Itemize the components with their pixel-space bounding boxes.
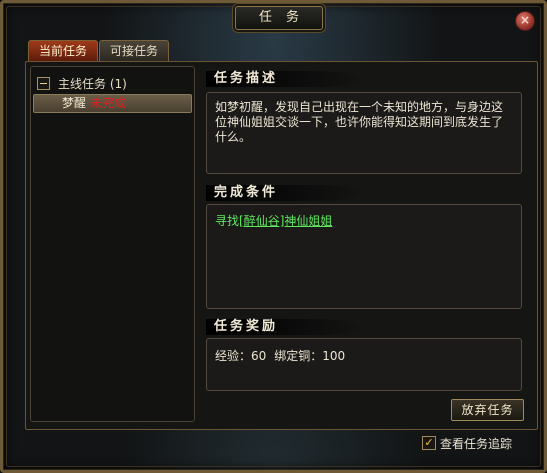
close-button[interactable]: × [515,11,535,31]
quest-tracking-toggle[interactable]: ✓ 查看任务追踪 [422,435,512,451]
quest-group-main[interactable]: 主线任务 (1) [37,75,127,91]
close-icon: × [519,13,531,27]
description-box: 如梦初醒，发现自己出现在一个未知的地方，与身边这位神仙姐姐交谈一下，也许你能得知… [206,92,522,174]
npc-link[interactable]: [醉仙谷]神仙姐姐 [239,214,332,228]
reward-copper: 绑定铜：100 [274,349,346,363]
track-checkbox[interactable]: ✓ [422,436,436,450]
tab-current-quests[interactable]: 当前任务 [28,40,98,62]
list-item[interactable]: 梦醒 未完成 [33,94,192,113]
description-header: 任务描述 [214,71,279,86]
conditions-prefix: 寻找 [215,214,240,228]
checkmark-icon: ✓ [424,436,434,449]
collapse-icon[interactable] [37,76,50,90]
rewards-box: 经验：60 绑定铜：100 [206,338,522,391]
rewards-text: 经验：60 绑定铜：100 [207,339,521,372]
quest-group-label: 主线任务 (1) [58,76,127,91]
quest-name: 梦醒 [62,96,87,110]
quest-window: 任务 × 当前任务 可接任务 主线任务 (1) 梦醒 未完成 任务描述 如梦初醒，… [0,0,547,473]
description-text: 如梦初醒，发现自己出现在一个未知的地方，与身边这位神仙姐姐交谈一下，也许你能得知… [215,100,504,144]
reward-exp: 经验：60 [215,349,267,363]
window-title: 任务 [235,6,323,30]
tab-available-quests[interactable]: 可接任务 [99,40,169,62]
rewards-header: 任务奖励 [214,319,279,334]
conditions-header: 完成条件 [214,185,279,200]
track-label: 查看任务追踪 [440,436,513,451]
abandon-quest-button[interactable]: 放弃任务 [451,399,524,421]
conditions-text: 寻找[醉仙谷]神仙姐姐 [207,205,521,238]
quest-status: 未完成 [90,96,127,110]
conditions-box: 寻找[醉仙谷]神仙姐姐 [206,204,522,309]
quest-list-panel: 主线任务 (1) 梦醒 未完成 [30,66,195,422]
